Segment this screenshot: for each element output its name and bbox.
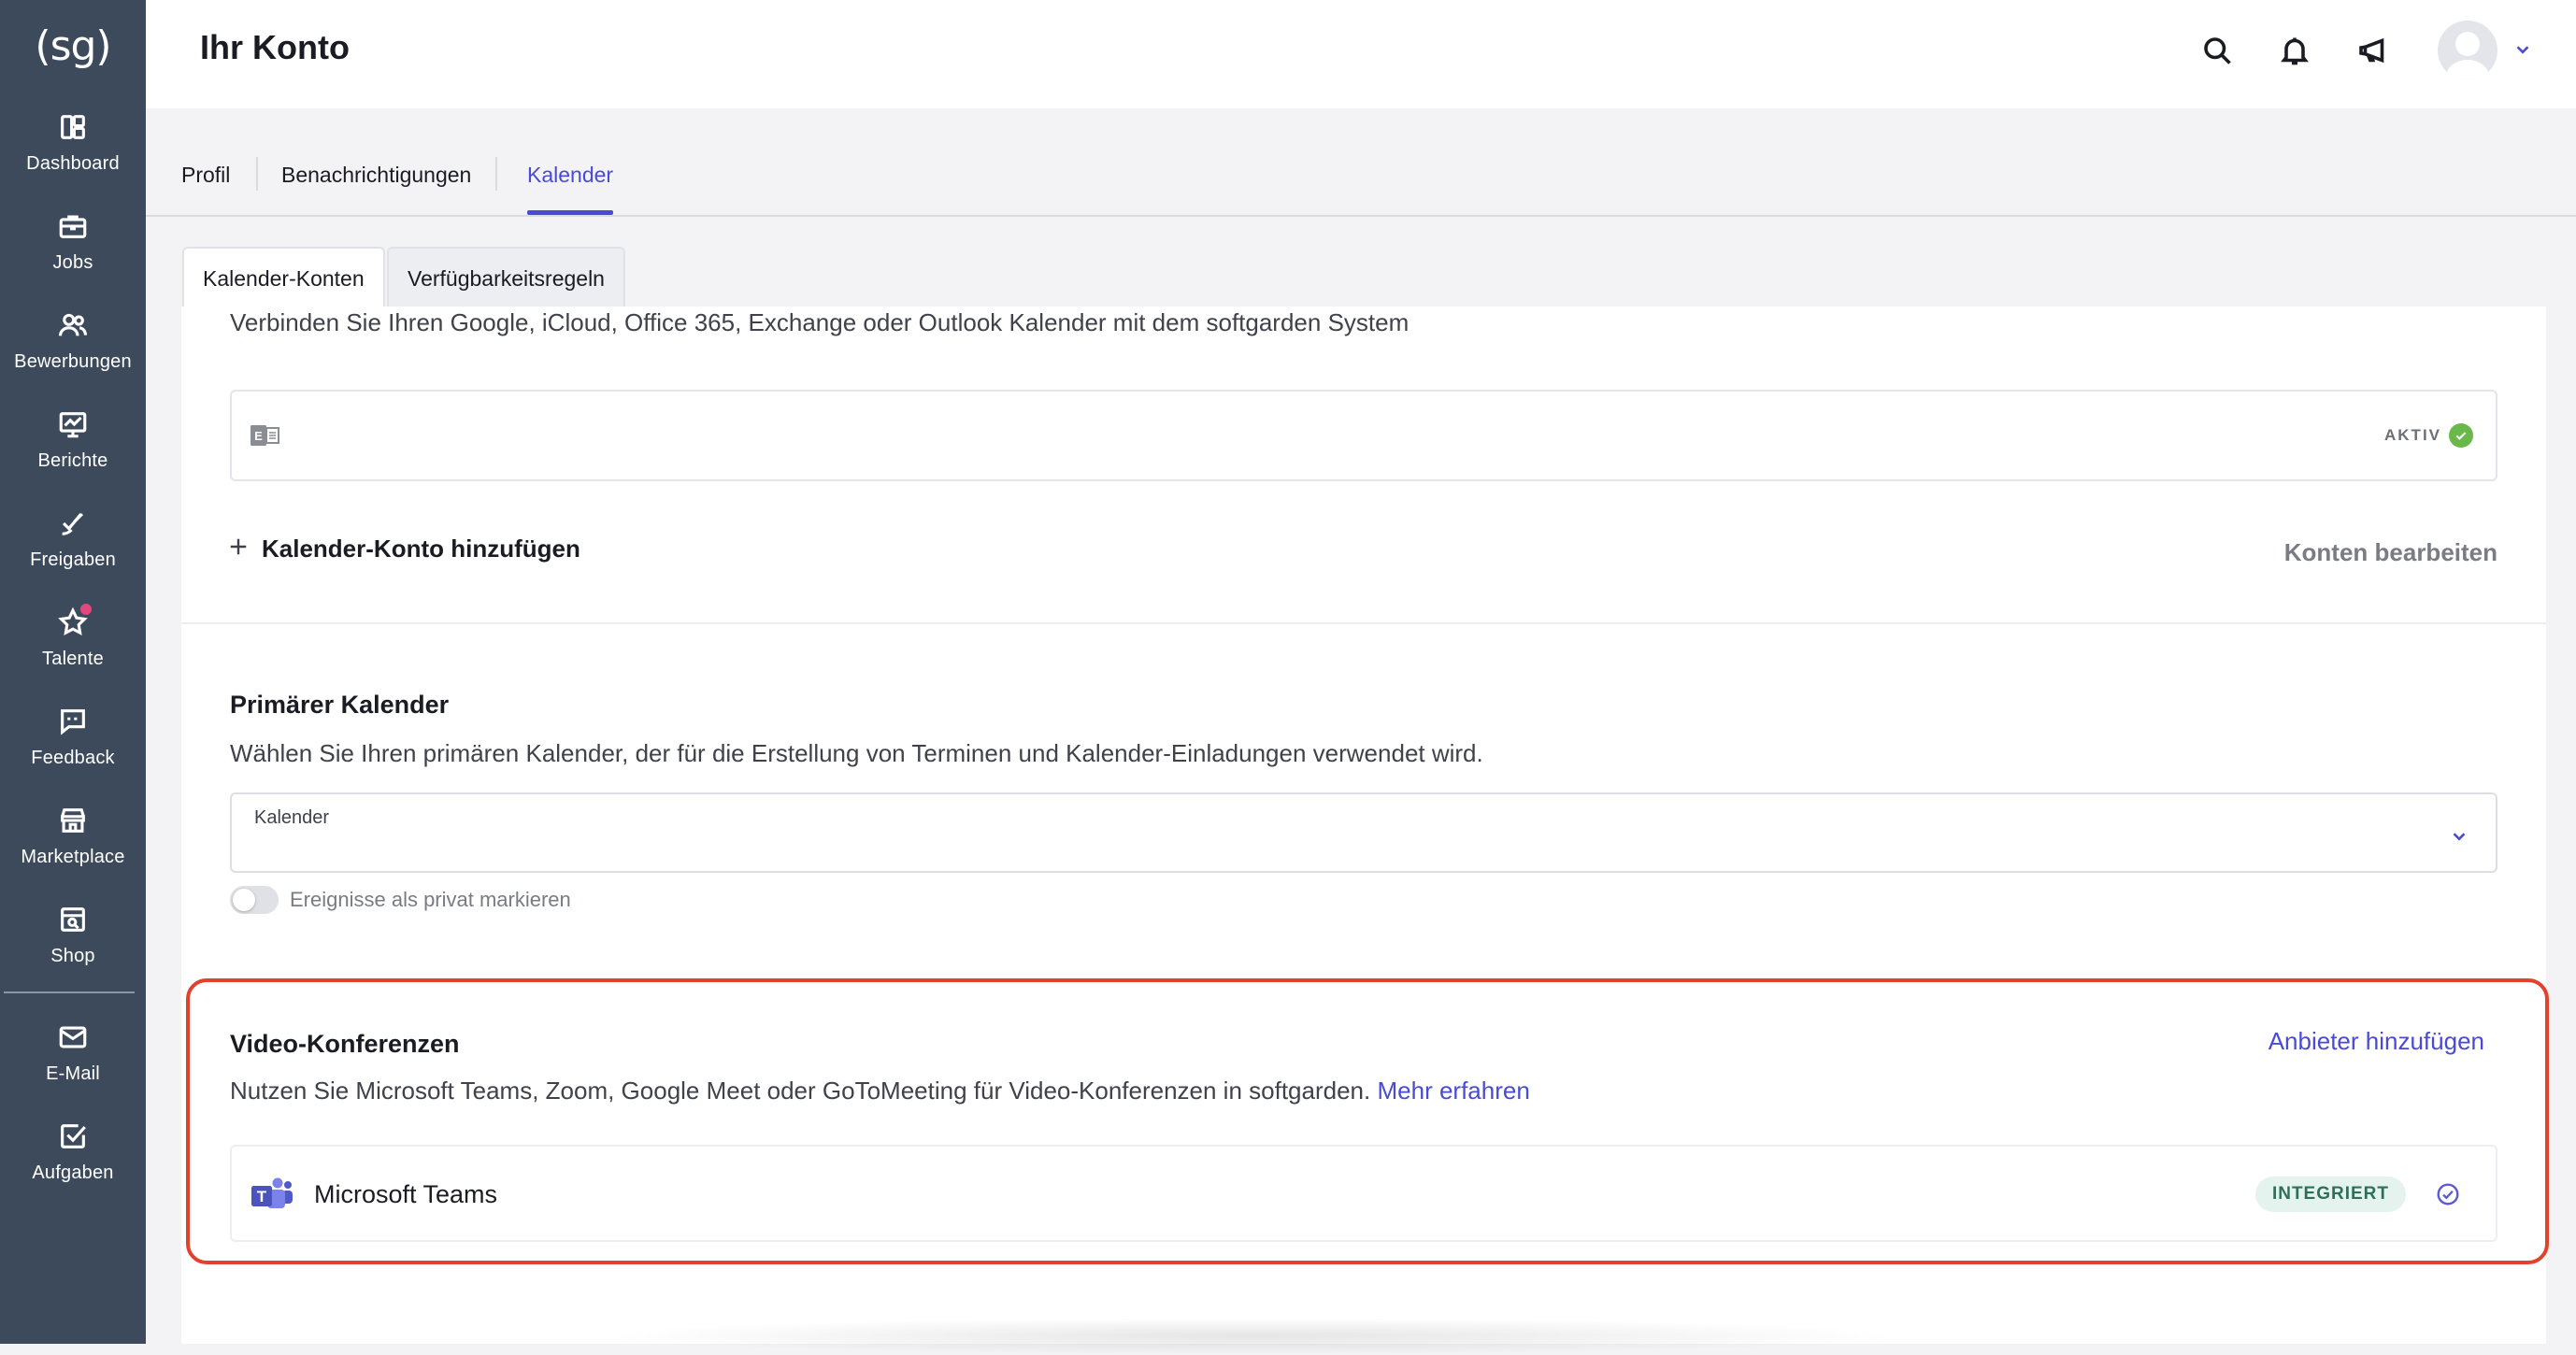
users-icon [56,308,90,342]
sidebar-item-berichte[interactable]: Berichte [0,407,146,501]
toggle-knob [233,889,255,911]
sidebar-item-label: Feedback [31,748,115,768]
add-calendar-account-button[interactable]: Kalender-Konto hinzufügen [228,535,580,563]
chevron-down-icon[interactable] [2512,39,2533,60]
topbar: Ihr Konto [146,0,2576,108]
sidebar-item-feedback[interactable]: Feedback [0,705,146,798]
private-events-toggle-label: Ereignisse als privat markieren [290,888,571,911]
sidebar-item-label: Talente [42,649,104,669]
sidebar: (sg) Dashboard Jobs Bewerbungen Berichte… [0,0,146,1344]
bottom-shadow [598,1318,1907,1355]
subtab-verfuegbarkeitsregeln[interactable]: Verfügbarkeitsregeln [387,247,625,308]
sidebar-item-email[interactable]: E-Mail [0,1020,146,1114]
exchange-icon: E [250,425,279,446]
account-status: AKTIV [2384,423,2473,448]
learn-more-link[interactable]: Mehr erfahren [1377,1077,1529,1105]
sidebar-item-bewerbungen[interactable]: Bewerbungen [0,308,146,402]
notification-dot [79,602,93,617]
softgarden-logo[interactable]: (sg) [0,13,146,78]
avatar[interactable] [2438,21,2497,80]
avatar-head [2455,32,2480,56]
calendar-accounts-description: Verbinden Sie Ihren Google, iCloud, Offi… [230,308,1410,336]
account-tabs: Profil Benachrichtigungen Kalender [146,108,2576,217]
sidebar-item-dashboard[interactable]: Dashboard [0,110,146,204]
calendar-account-row[interactable]: E AKTIV [230,390,2497,481]
tab-profil[interactable]: Profil [181,163,230,215]
check-circle-icon [2449,423,2473,448]
primary-calendar-description: Wählen Sie Ihren primären Kalender, der … [230,739,1483,767]
teams-icon: T [251,1177,293,1208]
sidebar-divider [4,991,135,993]
tab-kalender[interactable]: Kalender [527,163,614,215]
edit-accounts-button[interactable]: Konten bearbeiten [2284,538,2497,567]
mail-icon [56,1020,90,1054]
video-conferences-description: Nutzen Sie Microsoft Teams, Zoom, Google… [230,1077,1530,1105]
calendar-settings-card: Verbinden Sie Ihren Google, iCloud, Offi… [181,307,2546,1344]
plus-icon [228,536,249,562]
sidebar-item-label: Aufgaben [32,1162,114,1183]
primary-calendar-select[interactable]: Kalender [230,792,2497,873]
sidebar-item-label: Jobs [52,252,93,273]
sidebar-item-aufgaben[interactable]: Aufgaben [0,1120,146,1213]
sidebar-item-marketplace[interactable]: Marketplace [0,804,146,897]
sidebar-item-freigaben[interactable]: Freigaben [0,506,146,600]
sidebar-item-talente[interactable]: Talente [0,602,146,699]
video-conferences-description-text: Nutzen Sie Microsoft Teams, Zoom, Google… [230,1077,1371,1105]
svg-text:E: E [254,429,263,443]
section-divider [181,622,2546,624]
provider-row-microsoft-teams[interactable]: T Microsoft Teams INTEGRIERT [230,1145,2497,1242]
tasks-icon [56,1120,90,1153]
account-status-label: AKTIV [2384,426,2441,444]
add-calendar-account-label: Kalender-Konto hinzufügen [262,535,580,563]
tab-benachrichtigungen[interactable]: Benachrichtigungen [281,163,471,215]
approval-icon [56,506,90,540]
chart-icon [56,407,90,441]
sidebar-item-shop[interactable]: Shop [0,903,146,996]
search-icon[interactable] [2198,32,2236,69]
sidebar-item-label: Berichte [37,450,108,471]
sidebar-item-label: Freigaben [30,549,116,570]
shop-icon [56,903,90,936]
private-events-toggle[interactable] [230,886,279,914]
avatar-body [2445,60,2490,80]
sidebar-item-label: Dashboard [26,153,120,174]
video-conferences-title: Video-Konferenzen [230,1030,460,1058]
subtab-kalender-konten[interactable]: Kalender-Konten [182,247,385,308]
star-icon [56,602,93,639]
store-icon [56,804,90,837]
dashboard-icon [56,110,90,144]
tab-separator [256,157,258,191]
feedback-icon [56,705,90,738]
bell-icon[interactable] [2276,32,2313,69]
primary-calendar-select-label: Kalender [254,807,330,828]
sidebar-item-label: E-Mail [46,1063,100,1084]
sidebar-item-label: Shop [50,946,95,966]
primary-calendar-title: Primärer Kalender [230,691,450,719]
check-circle-icon[interactable] [2436,1182,2460,1206]
page-title: Ihr Konto [200,28,350,66]
chevron-down-icon [2449,826,2469,847]
provider-name: Microsoft Teams [314,1180,498,1208]
tab-separator [495,157,497,191]
status-badge: INTEGRIERT [2254,1177,2406,1212]
add-provider-button[interactable]: Anbieter hinzufügen [2268,1027,2484,1056]
briefcase-icon [56,209,90,243]
svg-text:T: T [257,1188,267,1205]
sidebar-item-jobs[interactable]: Jobs [0,209,146,303]
megaphone-icon[interactable] [2354,32,2391,69]
sidebar-item-label: Bewerbungen [14,351,132,372]
sidebar-item-label: Marketplace [21,847,125,867]
